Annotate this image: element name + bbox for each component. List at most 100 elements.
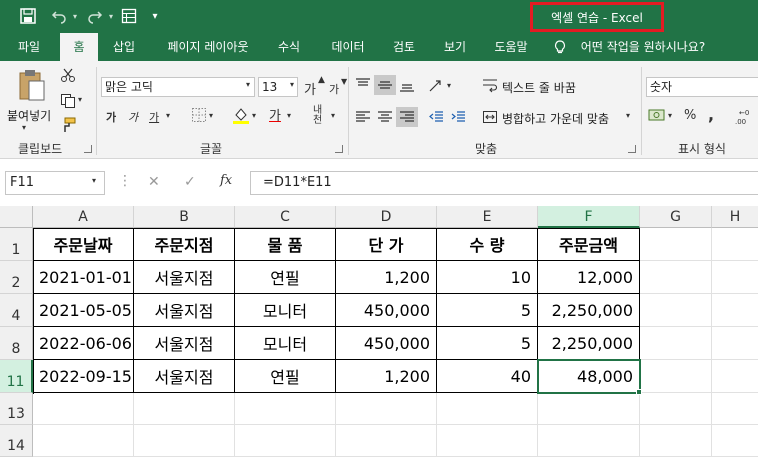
cell-b1[interactable]: 주문지점 xyxy=(134,228,235,261)
row-header-11[interactable]: 11 xyxy=(0,360,33,393)
cell-e13[interactable] xyxy=(437,393,538,425)
shrink-font-button[interactable]: 가 xyxy=(329,81,339,97)
cell-a4[interactable]: 2021-05-05 xyxy=(33,294,134,327)
cell-h13[interactable] xyxy=(712,393,758,425)
copy-icon[interactable] xyxy=(60,93,76,112)
cell-c2[interactable]: 연필 xyxy=(235,261,336,294)
cell-d14[interactable] xyxy=(336,425,437,457)
font-color-dropdown-icon[interactable]: ▾ xyxy=(287,111,291,120)
orientation-icon[interactable] xyxy=(428,77,444,96)
undo-dropdown-icon[interactable]: ▾ xyxy=(70,6,80,26)
cell-f4[interactable]: 2,250,000 xyxy=(538,294,640,327)
column-header-a[interactable]: A xyxy=(33,206,134,228)
font-color-button[interactable]: 가 xyxy=(269,105,281,124)
comma-style-button[interactable]: , xyxy=(708,105,714,124)
phonetic-button[interactable]: 내천 xyxy=(313,106,327,126)
cell-f2[interactable]: 12,000 xyxy=(538,261,640,294)
cell-f13[interactable] xyxy=(538,393,640,425)
cell-f1[interactable]: 주문금액 xyxy=(538,228,640,261)
align-middle-icon[interactable] xyxy=(374,75,396,95)
redo-icon[interactable] xyxy=(84,6,106,26)
tab-formulas[interactable]: 수식 xyxy=(268,33,310,61)
increase-decimal-icon[interactable]: ←0.00 xyxy=(733,107,755,130)
cell-g14[interactable] xyxy=(640,425,712,457)
align-right-icon[interactable] xyxy=(396,107,418,127)
more-options-icon[interactable]: ⋮ xyxy=(118,173,132,189)
tab-home[interactable]: 홈 xyxy=(60,33,98,61)
cell-c1[interactable]: 물 품 xyxy=(235,228,336,261)
underline-button[interactable]: 가 xyxy=(149,109,159,125)
row-header-13[interactable]: 13 xyxy=(0,393,33,425)
save-icon[interactable] xyxy=(18,6,38,26)
column-header-c[interactable]: C xyxy=(235,206,336,228)
grow-font-button[interactable]: 가 xyxy=(304,79,316,98)
cell-b14[interactable] xyxy=(134,425,235,457)
tab-view[interactable]: 보기 xyxy=(434,33,476,61)
fill-handle[interactable] xyxy=(636,389,642,395)
cell-b8[interactable]: 서울지점 xyxy=(134,327,235,360)
copy-dropdown-icon[interactable]: ▾ xyxy=(78,95,82,104)
cell-a8[interactable]: 2022-06-06 xyxy=(33,327,134,360)
cell-e8[interactable]: 5 xyxy=(437,327,538,360)
wrap-text-button[interactable]: 텍스트 줄 바꿈 xyxy=(502,79,576,96)
enter-button[interactable]: ✓ xyxy=(184,174,196,190)
cell-d2[interactable]: 1,200 xyxy=(336,261,437,294)
cell-e14[interactable] xyxy=(437,425,538,457)
cell-c11[interactable]: 연필 xyxy=(235,360,336,393)
cell-h8[interactable] xyxy=(712,327,758,360)
row-header-14[interactable]: 14 xyxy=(0,425,33,457)
percent-style-button[interactable]: % xyxy=(684,108,696,123)
tab-help[interactable]: 도움말 xyxy=(484,33,538,61)
italic-button[interactable]: 가 xyxy=(128,109,138,125)
cell-a1[interactable]: 주문날짜 xyxy=(33,228,134,261)
cut-icon[interactable] xyxy=(60,67,76,86)
name-box[interactable]: F11 xyxy=(5,171,105,195)
font-name-dropdown-icon[interactable]: ▾ xyxy=(246,80,250,89)
cell-a11[interactable]: 2022-09-15 xyxy=(33,360,134,393)
redo-dropdown-icon[interactable]: ▾ xyxy=(106,6,116,26)
insert-function-button[interactable]: fx xyxy=(220,173,232,188)
row-header-4[interactable]: 4 xyxy=(0,294,33,327)
format-painter-icon[interactable] xyxy=(60,117,76,136)
align-left-icon[interactable] xyxy=(355,109,371,128)
cell-f14[interactable] xyxy=(538,425,640,457)
column-header-g[interactable]: G xyxy=(640,206,712,228)
name-box-dropdown-icon[interactable]: ▾ xyxy=(92,176,96,185)
bold-button[interactable]: 가 xyxy=(106,109,116,125)
column-header-b[interactable]: B xyxy=(134,206,235,228)
font-size-dropdown-icon[interactable]: ▾ xyxy=(290,80,294,89)
cell-h11[interactable] xyxy=(712,360,758,393)
tab-review[interactable]: 검토 xyxy=(382,33,426,61)
cell-f8[interactable]: 2,250,000 xyxy=(538,327,640,360)
border-dropdown-icon[interactable]: ▾ xyxy=(209,111,213,120)
cell-h14[interactable] xyxy=(712,425,758,457)
cell-h4[interactable] xyxy=(712,294,758,327)
tab-file[interactable]: 파일 xyxy=(6,33,52,61)
fill-color-icon[interactable] xyxy=(232,106,250,127)
cell-g2[interactable] xyxy=(640,261,712,294)
cell-e11[interactable]: 40 xyxy=(437,360,538,393)
select-all-corner[interactable] xyxy=(0,206,33,228)
column-header-e[interactable]: E xyxy=(437,206,538,228)
accounting-format-icon[interactable] xyxy=(648,107,666,126)
column-header-f[interactable]: F xyxy=(538,206,640,228)
column-header-d[interactable]: D xyxy=(336,206,437,228)
cell-g13[interactable] xyxy=(640,393,712,425)
cell-a14[interactable] xyxy=(33,425,134,457)
cell-d11[interactable]: 1,200 xyxy=(336,360,437,393)
number-format-select[interactable]: 숫자 xyxy=(646,77,758,97)
tab-insert[interactable]: 삽입 xyxy=(104,33,144,61)
form-icon[interactable] xyxy=(118,6,140,26)
cell-h2[interactable] xyxy=(712,261,758,294)
cell-a2[interactable]: 2021-01-01 xyxy=(33,261,134,294)
align-top-icon[interactable] xyxy=(355,77,371,96)
formula-input[interactable]: =D11*E11 xyxy=(250,171,758,195)
cell-c14[interactable] xyxy=(235,425,336,457)
underline-dropdown-icon[interactable]: ▾ xyxy=(166,111,170,120)
fill-color-dropdown-icon[interactable]: ▾ xyxy=(252,111,256,120)
cancel-button[interactable]: ✕ xyxy=(148,174,160,190)
cell-c8[interactable]: 모니터 xyxy=(235,327,336,360)
cell-a13[interactable] xyxy=(33,393,134,425)
paste-button[interactable]: 붙여넣기 xyxy=(7,107,51,124)
align-bottom-icon[interactable] xyxy=(399,77,415,96)
